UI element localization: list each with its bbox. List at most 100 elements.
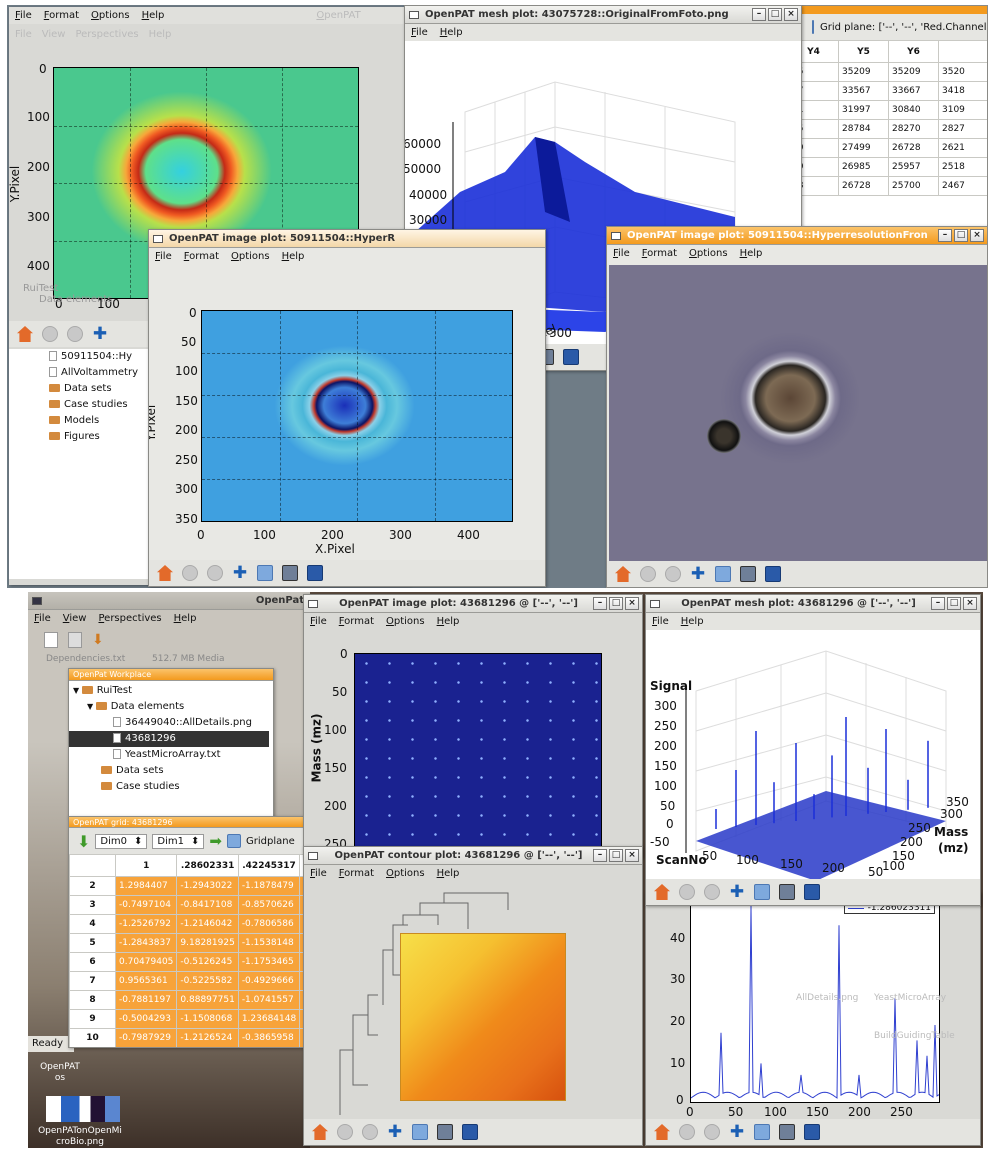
menu-options[interactable]: Options [689,248,728,259]
menu-file[interactable]: File [310,868,327,879]
dim1-select[interactable]: Dim1 ⬍ [152,833,205,849]
forward-icon[interactable] [704,1124,720,1140]
close-icon[interactable]: × [625,849,639,862]
save-icon[interactable] [563,349,579,365]
table-cell[interactable]: 28270 [888,119,939,139]
table-cell[interactable]: 30840 [888,100,939,120]
table-cell[interactable]: 4 [69,914,116,934]
table-cell[interactable]: 33667 [888,81,939,101]
table-cell[interactable]: 10 [69,1028,116,1047]
table-cell[interactable]: 26728 [888,138,939,158]
back-icon[interactable] [679,884,695,900]
table-cell[interactable]: -1.1508068 [176,1009,239,1029]
close-icon[interactable]: × [784,8,798,21]
zoom-icon[interactable] [754,1124,770,1140]
table-cell[interactable]: 11 [70,1048,116,1049]
menu-options[interactable]: Options [91,10,130,21]
menu-help[interactable]: Help [440,27,463,38]
table-cell[interactable]: -0.3865958 [237,1028,301,1047]
cell-photo[interactable] [609,265,987,561]
tree-item[interactable]: YeastMicroArray.txt [73,747,269,763]
table-cell[interactable]: -0.8570626 [237,895,301,915]
table-cell[interactable]: -1.2318424 [177,1048,238,1049]
home-icon[interactable] [654,1124,670,1140]
table-cell[interactable]: -1.2943022 [176,876,239,896]
maximize-icon[interactable]: □ [954,229,968,242]
table-cell[interactable]: -1.2526792 [114,914,178,934]
mass-image[interactable] [354,653,602,857]
table-cell[interactable]: 25957 [888,157,939,177]
desktop-file-openpat-short[interactable]: OpenPAT os [38,1062,82,1084]
save-icon[interactable] [804,884,820,900]
col-header[interactable]: 1 [114,854,178,877]
col-header[interactable] [69,854,116,877]
pan-icon[interactable]: ✚ [729,1124,745,1141]
table-cell[interactable]: 26985 [838,157,889,177]
tree-item[interactable]: ▼ Data elements [73,699,269,715]
pan-icon[interactable]: ✚ [690,566,706,583]
minimize-icon[interactable]: – [593,597,607,610]
tree-item[interactable]: ▼ RuiTest [73,683,269,699]
table-cell[interactable]: -0.8417108 [176,895,239,915]
configure-icon[interactable] [779,1124,795,1140]
save-icon[interactable] [804,1124,820,1140]
home-icon[interactable] [17,326,33,342]
minimize-icon[interactable]: – [931,597,945,610]
grid-icon[interactable] [812,20,814,34]
import-arrow-icon[interactable]: ⬇ [92,632,106,648]
gridplane-icon[interactable] [226,834,241,848]
table-cell[interactable]: 9.18281925 [176,933,239,953]
save-icon[interactable] [307,565,323,581]
bottom-mesh-3d-plot[interactable] [646,631,980,881]
desktop-file-thumb[interactable] [46,1096,120,1122]
zoom-icon[interactable] [715,566,731,582]
home-icon[interactable] [615,566,631,582]
col-header[interactable]: Y6 [888,40,939,63]
pan-icon[interactable]: ✚ [92,326,108,343]
table-cell[interactable]: -0.7497104 [114,895,178,915]
maximize-icon[interactable]: □ [947,597,961,610]
table-cell[interactable]: 0.88897751 [176,990,239,1010]
table-cell[interactable]: 1.23684148 [237,1009,301,1029]
menu-options[interactable]: Options [231,251,270,262]
maximize-icon[interactable]: □ [768,8,782,21]
configure-icon[interactable] [437,1124,453,1140]
table-cell[interactable]: -1.1538148 [237,933,301,953]
desktop-file-media[interactable]: 512.7 MB Media [152,654,224,664]
table-cell[interactable]: 27499 [838,138,889,158]
table-cell[interactable]: 0.70479405 [114,952,178,972]
home-icon[interactable] [654,884,670,900]
close-icon[interactable]: × [625,597,639,610]
back-icon[interactable] [337,1124,353,1140]
gridplane-label[interactable]: Gridplane [246,836,295,847]
table-cell[interactable]: -0.7987929 [114,1028,178,1047]
table-cell[interactable]: 2827 [938,119,987,139]
menu-format[interactable]: Format [184,251,219,262]
tree-item-selected[interactable]: 43681296 [69,731,269,747]
menu-file[interactable]: File [411,27,428,38]
table-cell[interactable]: 8 [69,990,116,1010]
table-cell[interactable]: -0.5126245 [176,952,239,972]
table-cell[interactable]: 3109 [938,100,987,120]
table-cell[interactable]: 2 [69,876,116,896]
menu-help[interactable]: Help [174,613,197,624]
table-cell[interactable]: -1.1753465 [237,952,301,972]
table-cell[interactable]: -0.4929666 [237,971,301,991]
pan-icon[interactable]: ✚ [387,1124,403,1141]
menu-help[interactable]: Help [437,868,460,879]
col-header[interactable]: .42245317 [237,854,301,877]
tree-item[interactable]: Figures [49,429,159,445]
minimize-icon[interactable]: – [593,849,607,862]
table-cell[interactable]: 31997 [838,100,889,120]
tree-item[interactable]: 36449040::AllDetails.png [73,715,269,731]
table-cell[interactable]: -1.0741557 [237,990,301,1010]
table-cell[interactable]: -0.5004293 [114,1009,178,1029]
desktop-file-deps[interactable]: Dependencies.txt [46,654,125,664]
forward-icon[interactable] [665,566,681,582]
menu-file[interactable]: File [310,616,327,627]
menu-help[interactable]: Help [142,10,165,21]
table-cell[interactable]: 3418 [938,81,987,101]
table-cell[interactable]: 33567 [838,81,889,101]
table-cell[interactable]: 7 [69,971,116,991]
save-icon[interactable] [765,566,781,582]
